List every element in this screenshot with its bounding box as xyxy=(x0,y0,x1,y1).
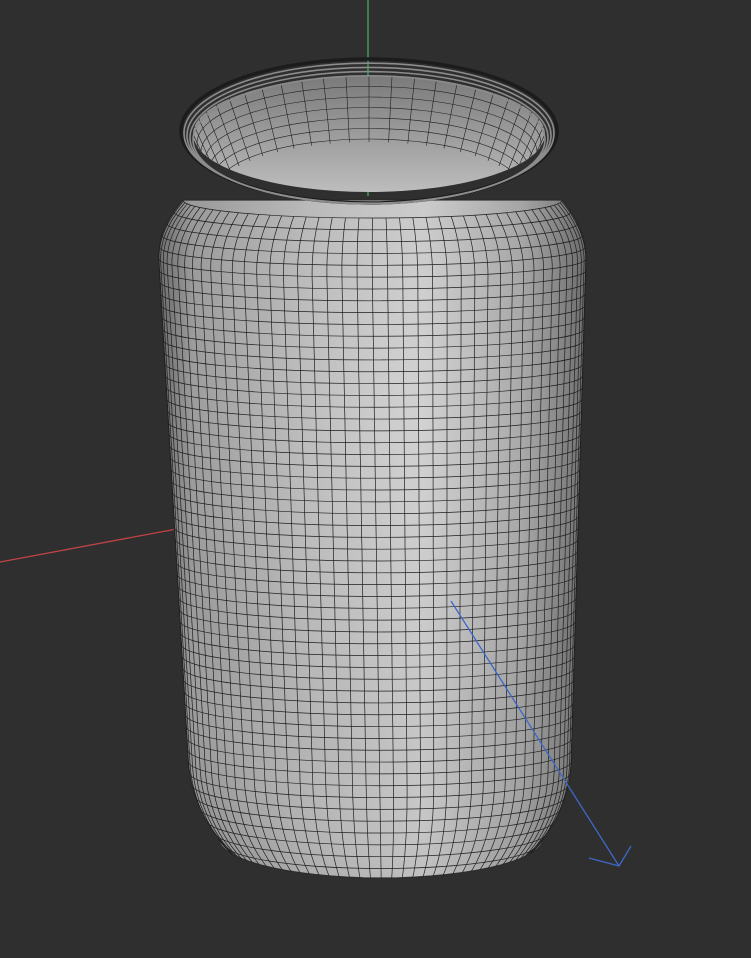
z-axis-arrowhead xyxy=(588,845,632,867)
3d-viewport[interactable] xyxy=(0,0,751,958)
can-mesh[interactable] xyxy=(157,57,587,904)
x-axis-line xyxy=(0,527,183,563)
viewport-scene xyxy=(0,0,632,904)
mesh-ring-line xyxy=(283,877,480,878)
